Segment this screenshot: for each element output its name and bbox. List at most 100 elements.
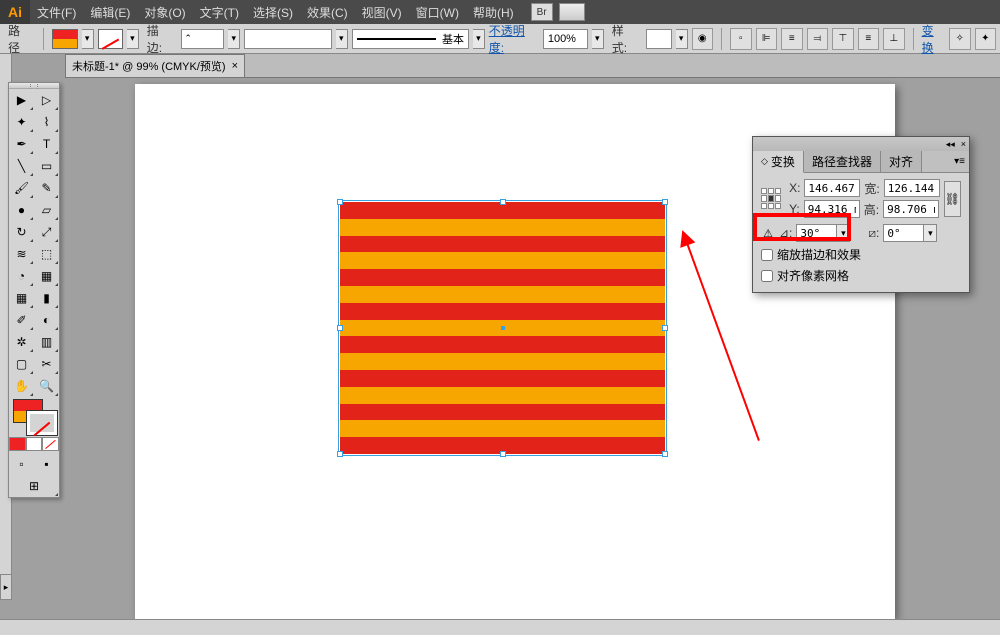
width-tool[interactable]: ≋ <box>9 243 34 265</box>
bridge-icon[interactable]: Br <box>531 3 553 21</box>
opacity-dd[interactable]: ▾ <box>592 29 604 49</box>
menu-object[interactable]: 对象(O) <box>137 4 192 21</box>
recolor-icon[interactable]: ◉ <box>692 28 714 50</box>
opacity-input[interactable]: 100% <box>543 29 588 49</box>
menu-effect[interactable]: 效果(C) <box>300 4 355 21</box>
eyedropper-tool[interactable]: ✐ <box>9 309 34 331</box>
align-right-icon[interactable]: ⫤ <box>807 28 829 50</box>
menu-type[interactable]: 文字(T) <box>193 4 246 21</box>
align-vcenter-icon[interactable]: ≡ <box>858 28 880 50</box>
w-label: 宽: <box>864 180 879 197</box>
align-top-icon[interactable]: ⊤ <box>832 28 854 50</box>
menu-edit[interactable]: 编辑(E) <box>83 4 137 21</box>
tab-transform[interactable]: ◇变换 <box>753 151 804 173</box>
scale-tool[interactable]: ⤢ <box>34 221 59 243</box>
h-label: 高: <box>864 201 879 218</box>
tab-align[interactable]: 对齐 <box>881 151 922 172</box>
align-bottom-icon[interactable]: ⊥ <box>883 28 905 50</box>
fill-dropdown[interactable]: ▾ <box>82 29 94 49</box>
screen-normal[interactable]: ▫ <box>9 453 34 475</box>
none-mode[interactable] <box>42 437 59 451</box>
blend-tool[interactable]: ◐ <box>34 309 59 331</box>
fill-swatch[interactable] <box>52 29 77 49</box>
gradient-mode[interactable] <box>26 437 43 451</box>
line-tool[interactable]: ╲ <box>9 155 34 177</box>
tab-pathfinder[interactable]: 路径查找器 <box>804 151 881 172</box>
screen-full[interactable]: ▪ <box>34 453 59 475</box>
transform-link[interactable]: 变换 <box>922 22 945 56</box>
isolate2-icon[interactable]: ✦ <box>975 28 997 50</box>
close-icon[interactable]: × <box>232 60 238 72</box>
style-swatch[interactable] <box>646 29 671 49</box>
pencil-tool[interactable]: ✎ <box>34 177 59 199</box>
blob-tool[interactable]: ● <box>9 199 34 221</box>
gradient-tool[interactable]: ▮ <box>34 287 59 309</box>
rotate-tool[interactable]: ↻ <box>9 221 34 243</box>
menu-file[interactable]: 文件(F) <box>30 4 83 21</box>
shape-builder-tool[interactable]: ◔ <box>9 265 34 287</box>
fill-stroke-control[interactable] <box>9 397 59 437</box>
free-transform-tool[interactable]: ⬚ <box>34 243 59 265</box>
screen-mode[interactable]: ⊞ <box>9 475 59 497</box>
shear-input[interactable] <box>883 224 923 242</box>
h-input[interactable] <box>883 200 939 218</box>
options-bar: 路径 ▾ ▾ 描边: ⌃▾ ▾ 基本▾ 不透明度: 100%▾ 样式: ▾ ◉ … <box>0 24 1000 54</box>
menu-bar: Ai 文件(F) 编辑(E) 对象(O) 文字(T) 选择(S) 效果(C) 视… <box>0 0 1000 24</box>
align-hcenter-icon[interactable]: ≡ <box>781 28 803 50</box>
slice-tool[interactable]: ✂ <box>34 353 59 375</box>
sidebar-toggle[interactable]: ▸ <box>0 574 12 600</box>
opacity-link[interactable]: 不透明度: <box>489 22 539 56</box>
menu-select[interactable]: 选择(S) <box>246 4 300 21</box>
color-mode[interactable] <box>9 437 26 451</box>
style-dd[interactable]: ▾ <box>676 29 688 49</box>
constrain-proportions[interactable]: ⛓ <box>944 181 961 217</box>
stroke-color[interactable] <box>27 411 57 435</box>
menu-window[interactable]: 窗口(W) <box>409 4 466 21</box>
magic-wand-tool[interactable]: ✦ <box>9 111 34 133</box>
stroke-swatch[interactable] <box>98 29 123 49</box>
type-tool[interactable]: T <box>34 133 59 155</box>
brush-select[interactable]: 基本 <box>352 29 469 49</box>
align-toggle-icon[interactable]: ▫ <box>730 28 752 50</box>
selection-tool[interactable]: ▶ <box>9 89 34 111</box>
rectangle-tool[interactable]: ▭ <box>34 155 59 177</box>
lasso-tool[interactable]: ⌇ <box>34 111 59 133</box>
zoom-tool[interactable]: 🔍 <box>34 375 59 397</box>
stroke-profile[interactable] <box>244 29 332 49</box>
align-pixel-check[interactable]: 对齐像素网格 <box>761 267 961 284</box>
x-input[interactable] <box>804 179 860 197</box>
reference-point[interactable] <box>761 188 781 210</box>
doc-tab[interactable]: 未标题-1* @ 99% (CMYK/预览) × <box>65 54 245 77</box>
panel-header[interactable]: ◂◂ × <box>753 137 969 151</box>
perspective-tool[interactable]: ▦ <box>34 265 59 287</box>
shear-icon: ⧄: <box>868 226 879 241</box>
arrange-docs-button[interactable] <box>559 3 585 21</box>
stroke-profile-dd[interactable]: ▾ <box>336 29 348 49</box>
w-input[interactable] <box>884 179 940 197</box>
mesh-tool[interactable]: ▦ <box>9 287 34 309</box>
panel-menu-icon[interactable]: ▾≡ <box>954 156 965 167</box>
hand-tool[interactable]: ✋ <box>9 375 34 397</box>
stroke-dropdown[interactable]: ▾ <box>127 29 139 49</box>
artboard-tool[interactable]: ▢ <box>9 353 34 375</box>
menu-view[interactable]: 视图(V) <box>355 4 409 21</box>
collapse-icon[interactable]: ◂◂ <box>946 139 955 150</box>
paintbrush-tool[interactable]: 🖌 <box>9 177 34 199</box>
toolbox: ⋮⋮ ▶▷ ✦⌇ ✒T ╲▭ 🖌✎ ●▱ ↻⤢ ≋⬚ ◔▦ ▦▮ ✐◐ ✲▥ ▢… <box>8 82 60 498</box>
menu-help[interactable]: 帮助(H) <box>466 4 521 21</box>
symbol-spray-tool[interactable]: ✲ <box>9 331 34 353</box>
stroke-weight-dd[interactable]: ▾ <box>228 29 240 49</box>
isolate-icon[interactable]: ✧ <box>949 28 971 50</box>
shear-dd[interactable]: ▾ <box>923 224 937 242</box>
selected-object[interactable] <box>340 202 665 454</box>
brush-dd[interactable]: ▾ <box>473 29 485 49</box>
x-label: X: <box>789 181 800 195</box>
graph-tool[interactable]: ▥ <box>34 331 59 353</box>
close-panel-icon[interactable]: × <box>961 139 966 149</box>
align-left-icon[interactable]: ⊫ <box>756 28 778 50</box>
eraser-tool[interactable]: ▱ <box>34 199 59 221</box>
direct-selection-tool[interactable]: ▷ <box>34 89 59 111</box>
scale-strokes-check[interactable]: 缩放描边和效果 <box>761 246 961 263</box>
pen-tool[interactable]: ✒ <box>9 133 34 155</box>
stroke-weight-input[interactable]: ⌃ <box>181 29 224 49</box>
